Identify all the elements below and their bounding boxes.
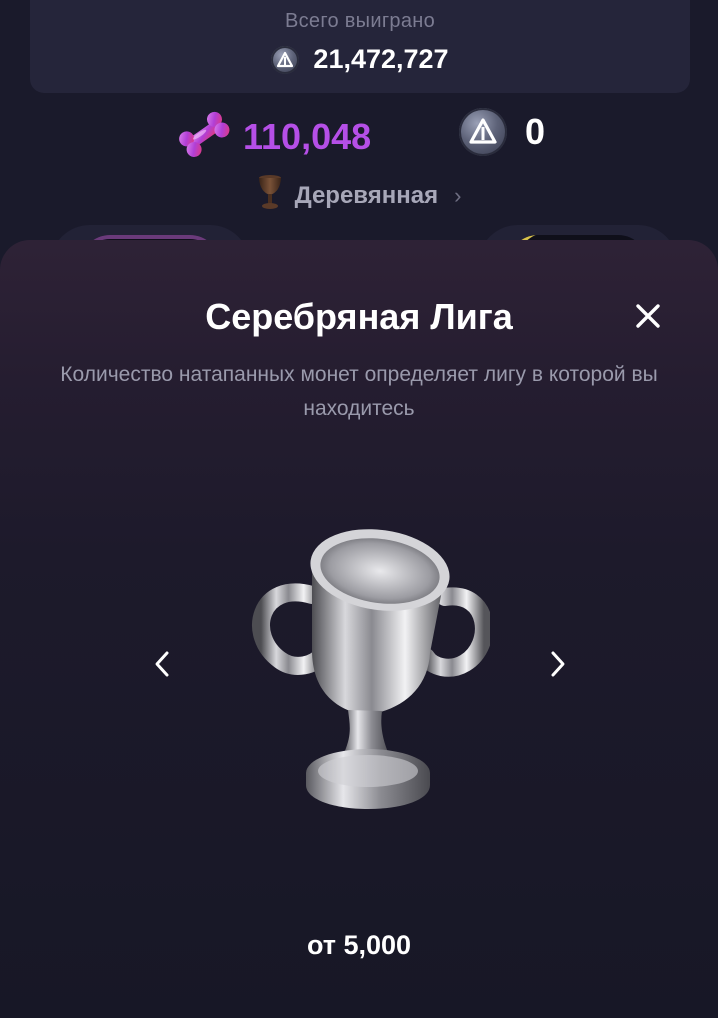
- coins-balance: 0: [459, 108, 545, 156]
- bones-value: 110,048: [243, 115, 372, 157]
- league-info-sheet: Серебряная Лига Количество натапанных мо…: [0, 240, 718, 1018]
- balances-row: 110,048 0: [0, 106, 718, 164]
- current-league-name: Деревянная: [294, 181, 439, 209]
- coin-icon: [271, 45, 300, 74]
- total-won-row: 21,472,727: [30, 44, 690, 75]
- silver-trophy-icon: [240, 525, 493, 820]
- chevron-right-icon: ›: [454, 182, 462, 208]
- sheet-description: Количество натапанных монет определяет л…: [60, 363, 658, 420]
- total-won-card: Всего выиграно 21,472,727: [30, 0, 690, 93]
- coins-value: 0: [525, 111, 546, 152]
- total-won-label: Всего выиграно: [284, 10, 436, 32]
- prev-league-button[interactable]: [142, 642, 182, 686]
- app-screen: Всего выиграно 21,472,727 110,048 0 Дере…: [0, 0, 718, 1018]
- wooden-cup-icon: [257, 174, 283, 217]
- coin-icon: [459, 108, 507, 156]
- total-won-value: 21,472,727: [313, 44, 449, 74]
- bones-balance: 110,048: [175, 106, 371, 167]
- league-threshold: от 5,000: [306, 930, 412, 960]
- sheet-title: Серебряная Лига: [205, 296, 513, 337]
- chevron-left-icon: [155, 651, 169, 677]
- close-button[interactable]: [628, 296, 668, 336]
- chevron-right-icon: [551, 651, 565, 677]
- bone-icon: [175, 106, 233, 167]
- close-icon: [636, 304, 660, 328]
- next-league-button[interactable]: [538, 642, 578, 686]
- current-league-link[interactable]: Деревянная ›: [0, 174, 718, 217]
